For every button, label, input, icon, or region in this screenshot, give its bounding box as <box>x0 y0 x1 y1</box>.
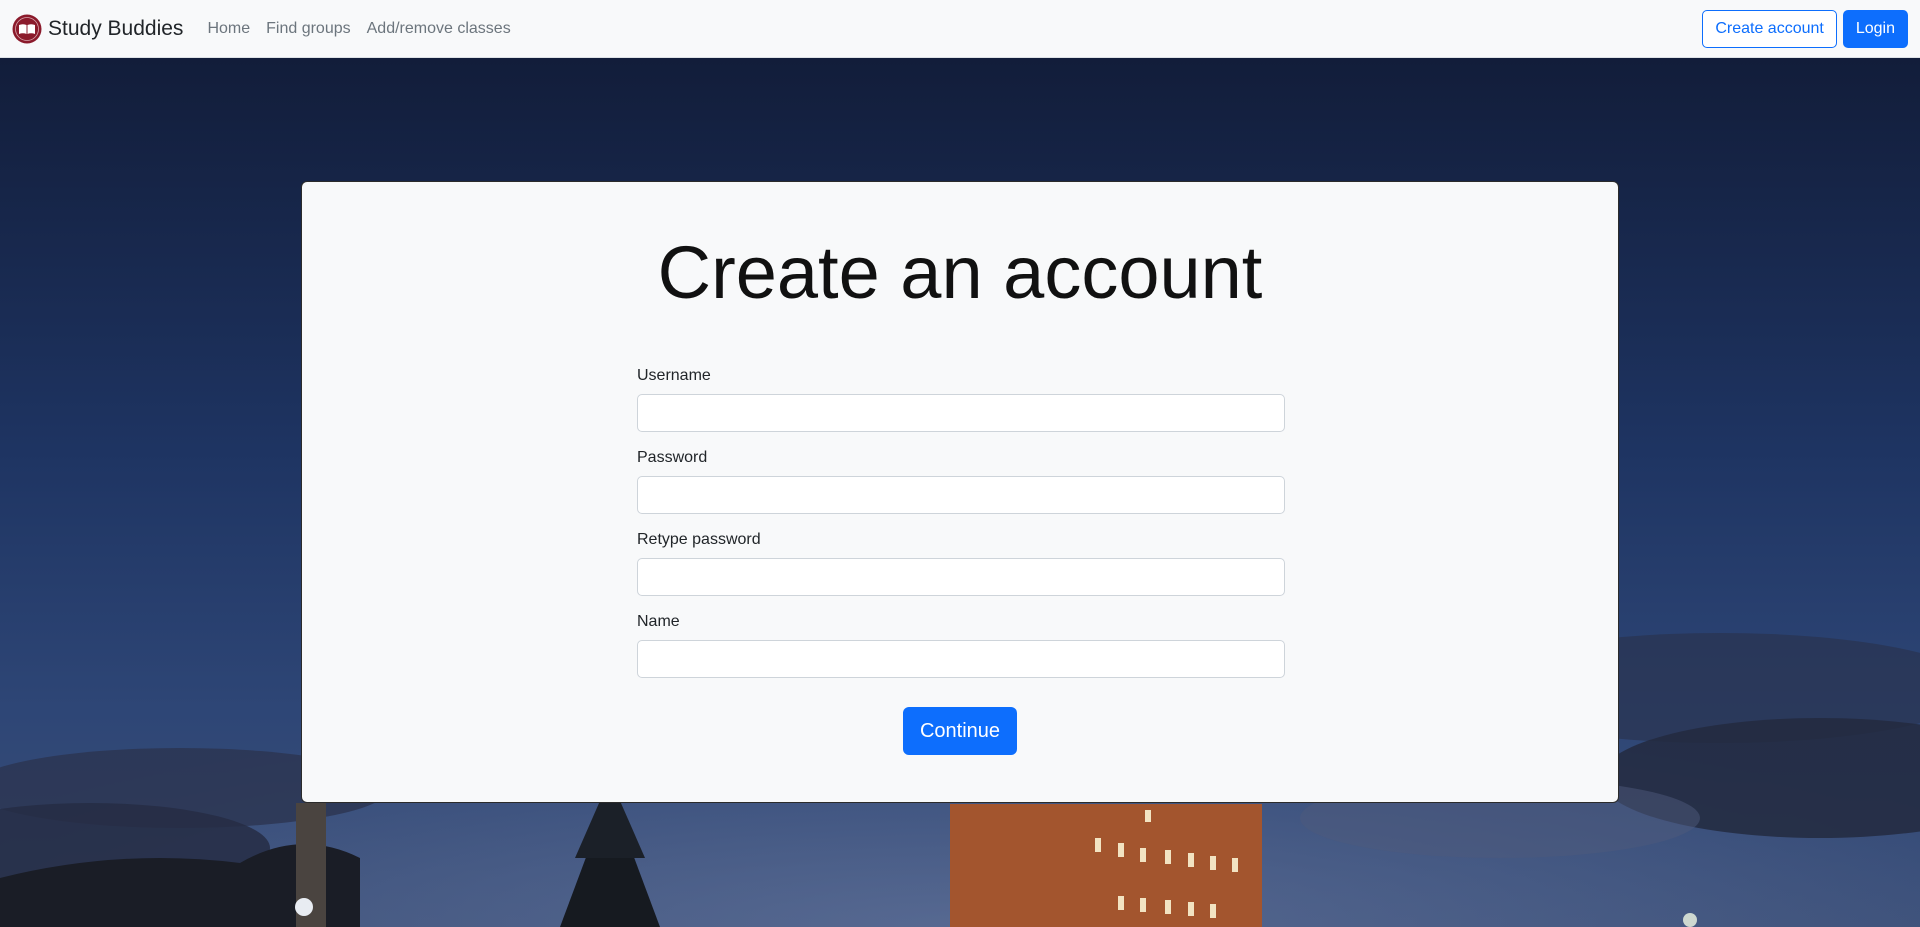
username-input[interactable] <box>637 394 1285 432</box>
username-field-group: Username <box>637 367 1285 432</box>
password-input[interactable] <box>637 476 1285 514</box>
book-logo-icon <box>12 14 42 43</box>
create-account-card: Create an account Username Password Rety… <box>301 181 1619 803</box>
continue-button[interactable]: Continue <box>903 707 1017 755</box>
retype-password-input[interactable] <box>637 558 1285 596</box>
nav-link-home[interactable]: Home <box>207 20 250 38</box>
nav-link-add-remove-classes[interactable]: Add/remove classes <box>367 20 511 38</box>
create-account-button[interactable]: Create account <box>1702 9 1837 48</box>
top-navbar: Study Buddies Home Find groups Add/remov… <box>0 0 1920 58</box>
brand-link[interactable]: Study Buddies <box>12 14 183 44</box>
username-label: Username <box>637 367 711 384</box>
password-label: Password <box>637 449 708 466</box>
nav-actions: Create account Login <box>1702 9 1908 48</box>
name-label: Name <box>637 613 680 630</box>
create-account-form: Username Password Retype password Name <box>637 367 1285 695</box>
name-field-group: Name <box>637 613 1285 678</box>
nav-link-find-groups[interactable]: Find groups <box>266 20 351 38</box>
retype-password-label: Retype password <box>637 531 761 548</box>
retype-password-field-group: Retype password <box>637 531 1285 596</box>
password-field-group: Password <box>637 449 1285 514</box>
brand-name: Study Buddies <box>48 16 184 40</box>
name-input[interactable] <box>637 640 1285 678</box>
login-button[interactable]: Login <box>1842 9 1908 48</box>
page-title: Create an account <box>657 231 1263 314</box>
nav-links: Home Find groups Add/remove classes <box>207 20 526 38</box>
